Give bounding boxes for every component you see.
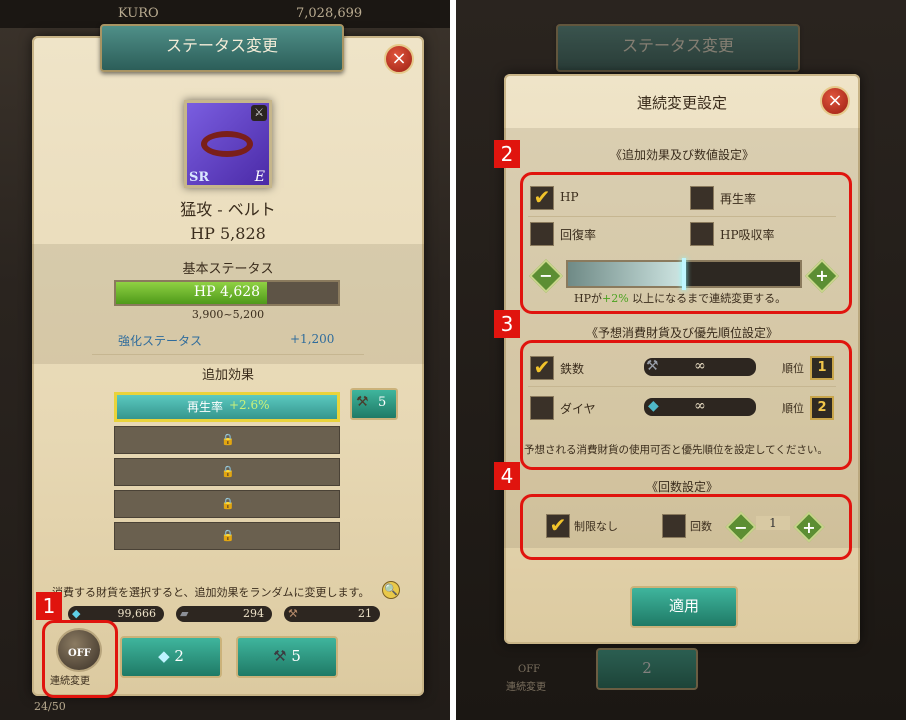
locked-slot: 🔒 <box>114 458 340 486</box>
lock-icon: 🔒 <box>221 497 235 510</box>
status-change-panel: SR E ⚔ 猛攻 - ベルト HP 5,828 基本ステータス HP 4,62… <box>32 36 424 696</box>
iron-cost: 5 <box>291 647 301 665</box>
player-name: KURO <box>118 6 159 21</box>
background-toggle-label: 連続変更 <box>506 682 546 693</box>
diamond-change-button[interactable]: ◆ 2 <box>120 636 222 678</box>
screen-title: ステータス変更 <box>165 36 278 55</box>
hammer-icon: ⚒ <box>356 394 369 410</box>
extra-effect-header: 追加効果 <box>201 368 254 383</box>
help-icon[interactable]: 🔍 <box>382 581 400 599</box>
enhance-value: +1,200 <box>290 332 335 346</box>
hammer-icon: ⚒ <box>288 607 298 620</box>
title-banner: ステータス変更 <box>100 24 344 72</box>
background-title-banner: ステータス変更 <box>556 24 800 72</box>
iron-icon: ▰ <box>180 607 189 620</box>
hammer-count-resource: 21 <box>358 607 372 620</box>
lock-icon: 🔒 <box>221 433 235 446</box>
random-change-notice: 消費する財貨を選択すると、追加効果をランダムに変更します。 <box>52 586 370 599</box>
hp-range: 3,900~5,200 <box>191 308 265 321</box>
hammer-count-button[interactable]: ⚒ 5 <box>350 388 398 420</box>
anvil-icon: ⚒ <box>273 647 287 665</box>
effect-section-header: 《追加効果及び数値設定》 <box>609 148 754 162</box>
base-status-header: 基本ステータス <box>182 262 274 277</box>
extra-effect-slot-active[interactable]: 再生率 +2.6% <box>114 392 340 422</box>
highlight-box <box>520 340 852 470</box>
diamond-cost: 2 <box>174 647 184 665</box>
iron-change-button[interactable]: ⚒ 5 <box>236 636 338 678</box>
lock-icon: 🔒 <box>221 529 235 542</box>
effect-name: 再生率 <box>187 400 224 414</box>
background-diamond-button: 2 <box>596 648 698 690</box>
enhance-label: 強化ステータス <box>118 334 203 348</box>
callout-label: 1 <box>36 592 62 620</box>
status-change-screen: KURO 7,028,699 SR E ⚔ 猛攻 - ベルト HP 5,828 … <box>0 0 450 720</box>
hammer-resource: ⚒ 21 <box>284 606 380 622</box>
locked-slot: 🔒 <box>114 522 340 550</box>
highlight-box <box>520 494 852 560</box>
weapon-type-icon: ⚔ <box>251 105 267 121</box>
background-title: ステータス変更 <box>621 36 734 55</box>
continuous-change-settings-screen: ステータス変更 連続変更設定 × 《追加効果及び数値設定》 ✔ HP 再生率 回… <box>456 0 906 720</box>
lock-icon: 🔒 <box>221 465 235 478</box>
background-toggle-state: OFF <box>518 664 541 675</box>
iron-resource: ▰ 294 <box>176 606 272 622</box>
rarity-badge: SR <box>189 170 210 185</box>
iron-count: 294 <box>243 607 264 620</box>
item-name: 猛攻 - ベルト <box>180 200 276 219</box>
item-hp: HP 5,828 <box>190 224 266 243</box>
diamond-count: 99,666 <box>117 607 157 620</box>
locked-slot: 🔒 <box>114 490 340 518</box>
highlight-box <box>520 172 852 314</box>
dialog-title: 連続変更設定 <box>636 94 727 112</box>
hp-bar-label: HP 4,628 <box>193 284 261 300</box>
effect-value: +2.6% <box>229 398 270 412</box>
locked-slot: 🔒 <box>114 426 340 454</box>
grade-badge: E <box>254 169 265 185</box>
hp-bar: HP 4,628 <box>114 280 340 306</box>
count-section-header: 《回数設定》 <box>645 480 718 494</box>
belt-icon <box>201 131 253 157</box>
base-status-section: 基本ステータス HP 4,628 3,900~5,200 強化ステータス +1,… <box>32 244 424 364</box>
item-portrait: SR E ⚔ <box>184 100 272 188</box>
callout-label: 2 <box>494 140 520 168</box>
apply-label: 適用 <box>668 597 699 615</box>
hammer-count: 5 <box>378 395 387 410</box>
callout-label: 3 <box>494 310 520 338</box>
divider <box>92 354 364 355</box>
close-icon[interactable]: × <box>820 86 850 116</box>
cost-section-header: 《予想消費財貨及び優先順位設定》 <box>585 326 778 340</box>
highlight-box <box>42 620 118 698</box>
money-value: 7,028,699 <box>296 6 363 21</box>
close-icon[interactable]: × <box>384 44 414 74</box>
apply-button[interactable]: 適用 <box>630 586 738 628</box>
bg-diamond-cost: 2 <box>642 659 652 677</box>
footer-count: 24/50 <box>34 700 66 713</box>
callout-label: 4 <box>494 462 520 490</box>
diamond-icon: ◆ <box>158 647 170 665</box>
